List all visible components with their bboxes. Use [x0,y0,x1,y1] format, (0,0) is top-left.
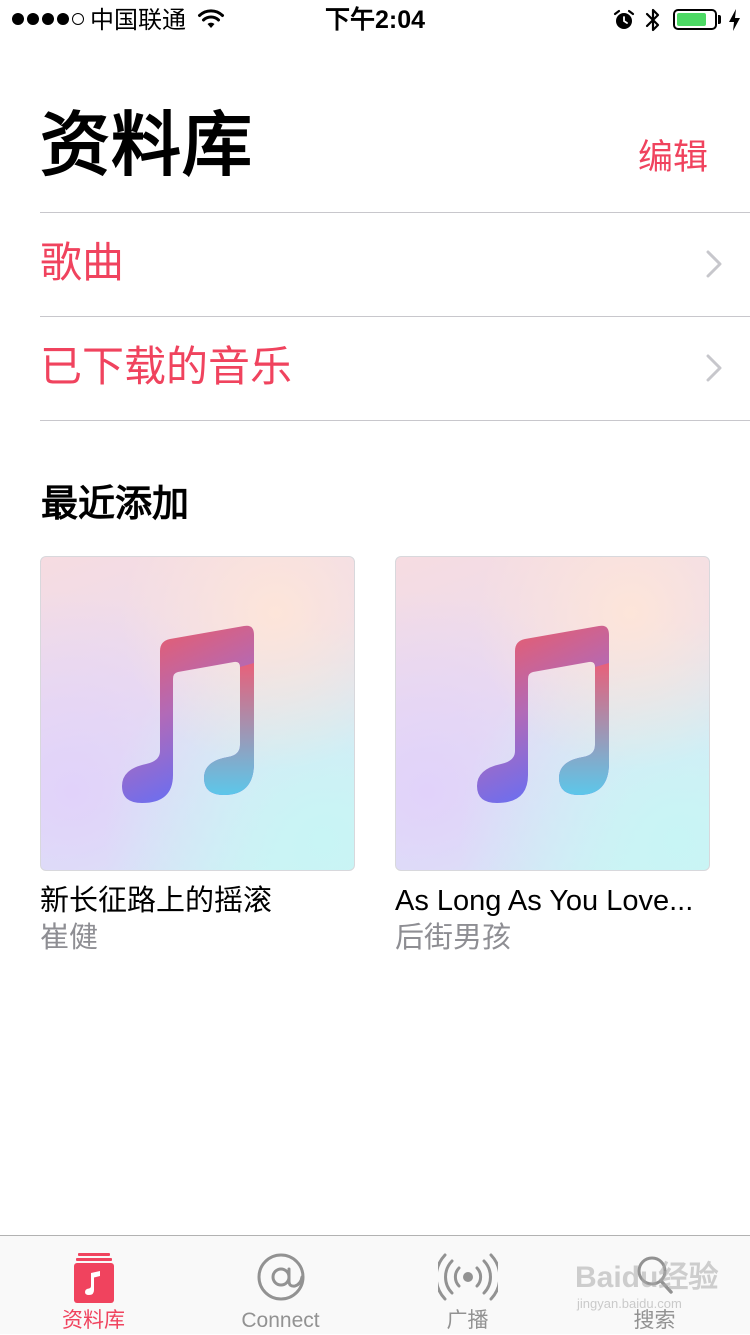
album-card[interactable]: As Long As You Love... 后街男孩 [395,556,710,955]
album-artwork[interactable] [395,556,710,871]
watermark: Baidu经验 [575,1261,719,1294]
battery-level [677,13,706,26]
tab-label: 资料库 [62,1309,125,1332]
album-title: As Long As You Love... [395,885,694,917]
page-title: 资料库 [40,106,253,184]
tab-label: 广播 [446,1309,489,1332]
music-note-icon [122,625,254,803]
tab-connect[interactable]: Connect [187,1236,374,1335]
album-artwork[interactable] [40,556,355,871]
status-bar: 中国联通 下午2:04 [0,0,750,40]
charging-icon [729,9,740,31]
album-artist: 崔健 [40,922,99,954]
tab-label: Connect [241,1309,320,1332]
chevron-right-icon [706,250,722,278]
bluetooth-icon [645,8,660,32]
section-title-recently-added: 最近添加 [41,483,189,524]
library-icon [73,1253,114,1303]
album-card[interactable]: 新长征路上的摇滚 崔健 [40,556,355,955]
edit-button[interactable]: 编辑 [638,135,708,181]
status-time: 下午2:04 [324,6,426,34]
tab-library[interactable]: 资料库 [0,1236,187,1335]
radio-icon [437,1253,498,1301]
category-row-songs[interactable]: 歌曲 [40,212,750,316]
battery-nub [718,15,721,24]
category-list: 歌曲 已下载的音乐 [40,212,750,421]
watermark-url: jingyan.baidu.com [577,1296,682,1311]
category-label: 歌曲 [40,239,125,286]
tab-radio[interactable]: 广播 [374,1236,561,1335]
at-sign-icon [257,1253,304,1301]
album-artist: 后街男孩 [395,922,512,954]
battery-icon [673,9,717,30]
chevron-right-icon [706,354,722,382]
alarm-icon [613,9,635,29]
category-row-downloaded[interactable]: 已下载的音乐 [40,316,750,421]
category-label: 已下载的音乐 [40,343,293,390]
album-title: 新长征路上的摇滚 [40,885,273,917]
music-note-icon [477,625,609,803]
